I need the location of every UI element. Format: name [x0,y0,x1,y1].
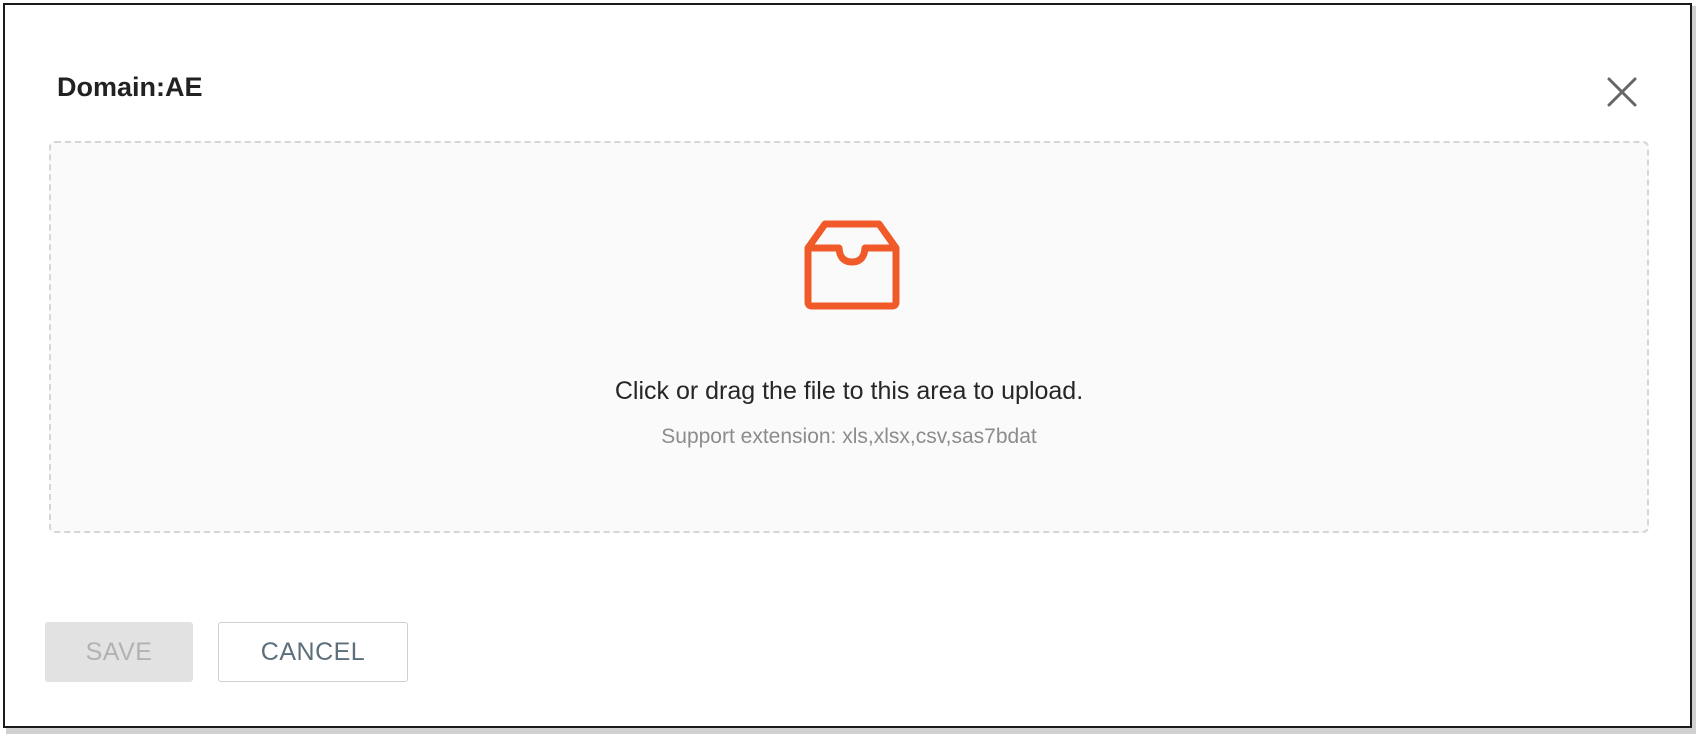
close-icon [1607,77,1637,107]
close-button[interactable] [1603,73,1641,111]
upload-instruction-text: Click or drag the file to this area to u… [614,377,1084,405]
cancel-button[interactable]: CANCEL [218,622,408,682]
inbox-icon [804,220,900,310]
supported-extensions-hint: Support extension: xls,xlsx,csv,sas7bdat [661,425,1037,448]
upload-dialog: Domain:AE Click or drag the file to this… [3,3,1692,728]
save-button[interactable]: SAVE [45,622,193,682]
file-upload-dropzone[interactable]: Click or drag the file to this area to u… [49,141,1649,533]
dialog-title: Domain:AE [57,72,203,102]
